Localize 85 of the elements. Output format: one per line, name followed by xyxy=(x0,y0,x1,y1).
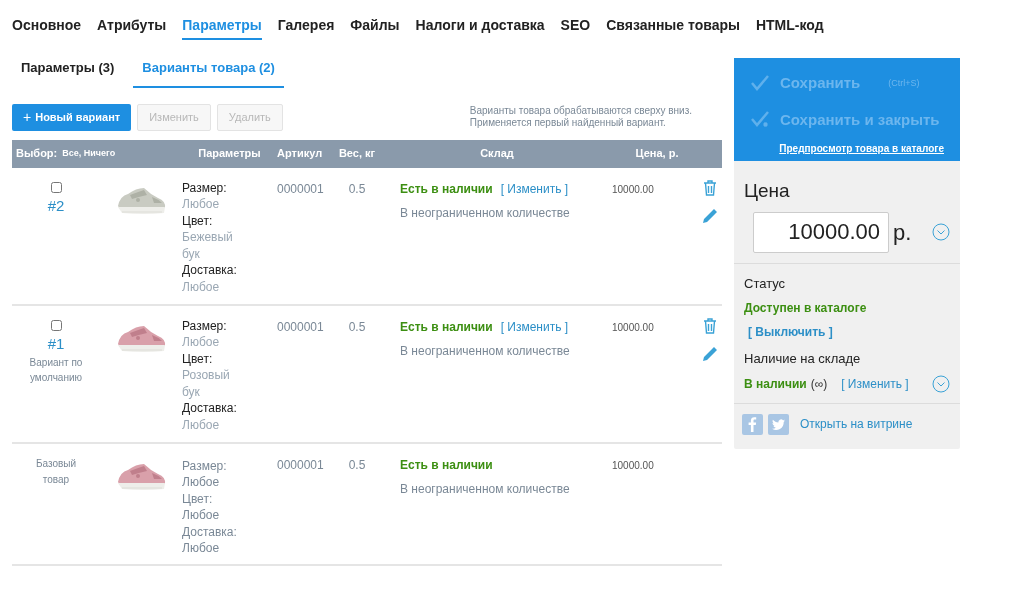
price-cell-text: 10000.00 xyxy=(612,458,655,473)
sku-cell-text: 0000001 xyxy=(277,456,325,474)
stock-status: Есть в наличии xyxy=(400,180,493,198)
param-value: Любое xyxy=(182,278,221,295)
nav-tab[interactable]: Параметры xyxy=(182,15,262,40)
param-value: Бежевый бук xyxy=(182,229,234,262)
param-value: Любое xyxy=(182,416,221,433)
price-cell-text: 10000.00 xyxy=(612,320,655,335)
param-value: Любое xyxy=(182,540,221,557)
chevron-down-icon[interactable] xyxy=(932,223,950,241)
weight-cell-text: 0.5 xyxy=(347,318,367,336)
param-value: Любое xyxy=(182,334,221,351)
stock-note: В неограниченном количестве xyxy=(400,480,571,498)
price-cell-text: 10000.00 xyxy=(612,182,655,197)
stock-note: В неограниченном количестве xyxy=(400,204,571,222)
default-note: Вариант по умолчанию xyxy=(28,356,84,385)
weight-cell-text: 0.5 xyxy=(347,456,367,474)
storefront-link[interactable]: Открыть на витрине xyxy=(800,415,913,433)
pencil-icon[interactable] xyxy=(702,345,718,362)
stock-value: В наличии xyxy=(744,375,807,393)
currency-label: р. xyxy=(893,218,912,247)
nav-tab[interactable]: Основное xyxy=(12,15,82,40)
hint-text: Применяется первый найденный вариант. xyxy=(469,117,667,129)
variant-number[interactable]: #1 xyxy=(47,332,65,355)
price-title: Цена xyxy=(744,179,791,203)
row-checkbox[interactable] xyxy=(50,319,62,331)
param-label: Размер: xyxy=(182,457,228,474)
status-value: Доступен в каталоге xyxy=(744,300,868,317)
trash-icon[interactable] xyxy=(703,317,717,334)
column-header: Параметры xyxy=(197,146,262,162)
variant-number[interactable]: #2 xyxy=(47,194,65,217)
twitter-icon[interactable] xyxy=(768,413,789,435)
check-icon xyxy=(750,110,770,129)
sub-tab[interactable]: Параметры (3) xyxy=(12,58,124,88)
hint-text: Варианты товара обрабатываются сверху вниз. xyxy=(469,105,692,117)
param-label: Доставка: xyxy=(182,400,238,417)
trash-icon[interactable] xyxy=(703,179,717,196)
param-label: Цвет: xyxy=(182,490,214,507)
change-link[interactable]: [ Изменить ] xyxy=(500,179,569,198)
row-checkbox[interactable] xyxy=(50,181,62,193)
change-link[interactable]: [ Изменить ] xyxy=(841,374,909,393)
sku-cell-text: 0000001 xyxy=(277,180,325,198)
param-value: Любое xyxy=(182,474,221,491)
shortcut-hint: (Ctrl+S) xyxy=(888,76,920,90)
nav-tab[interactable]: Атрибуты xyxy=(97,15,167,40)
stock-extra: (∞) xyxy=(810,375,828,393)
stock-status: Есть в наличии xyxy=(400,456,493,474)
weight-cell-text: 0.5 xyxy=(347,180,367,198)
nav-tab[interactable]: Галерея xyxy=(277,15,335,40)
stock-status: Есть в наличии xyxy=(400,318,493,336)
nav-tab[interactable]: Файлы xyxy=(350,15,400,40)
preview-link[interactable]: Предпросмотр товара в каталоге xyxy=(750,141,944,156)
param-label: Доставка: xyxy=(182,523,238,540)
stock-title: Наличие на складе xyxy=(744,350,862,368)
pencil-icon[interactable] xyxy=(702,207,718,224)
column-header: Вес, кг xyxy=(337,146,377,162)
chevron-down-icon[interactable] xyxy=(932,374,950,393)
change-link[interactable]: [ Изменить ] xyxy=(500,317,569,336)
nav-tab[interactable]: Налоги и доставка xyxy=(415,15,545,40)
new-variant-button[interactable]: + Новый вариант xyxy=(12,103,132,131)
price-field[interactable]: 10000.00 xyxy=(753,211,889,253)
param-value: Любое xyxy=(182,196,221,213)
select-label: Выбор: xyxy=(16,146,58,162)
param-label: Цвет: xyxy=(182,212,214,229)
facebook-icon[interactable] xyxy=(742,413,763,435)
base-label: Базовый товар xyxy=(34,456,78,487)
sub-tab[interactable]: Варианты товара (2) xyxy=(133,58,284,88)
stock-note: В неограниченном количестве xyxy=(400,342,571,360)
select-links[interactable]: Все, Ничего xyxy=(62,146,116,161)
column-header: Цена, р. xyxy=(634,146,680,162)
param-label: Размер: xyxy=(182,179,228,196)
param-value: Розовый бук xyxy=(182,367,231,400)
param-label: Размер: xyxy=(182,317,228,334)
disable-link[interactable]: [ Выключить ] xyxy=(748,323,950,341)
param-label: Цвет: xyxy=(182,350,214,367)
status-title: Статус xyxy=(744,274,787,293)
column-header: Склад xyxy=(479,146,515,162)
param-label: Доставка: xyxy=(182,262,238,279)
nav-tab[interactable]: Связанные товары xyxy=(606,15,740,40)
nav-tab[interactable]: SEO xyxy=(560,15,591,40)
nav-tab[interactable]: HTML-код xyxy=(755,15,824,40)
param-value: Любое xyxy=(182,507,221,524)
check-icon xyxy=(750,75,770,92)
column-header: Артикул xyxy=(277,146,324,162)
sku-cell-text: 0000001 xyxy=(277,318,325,336)
